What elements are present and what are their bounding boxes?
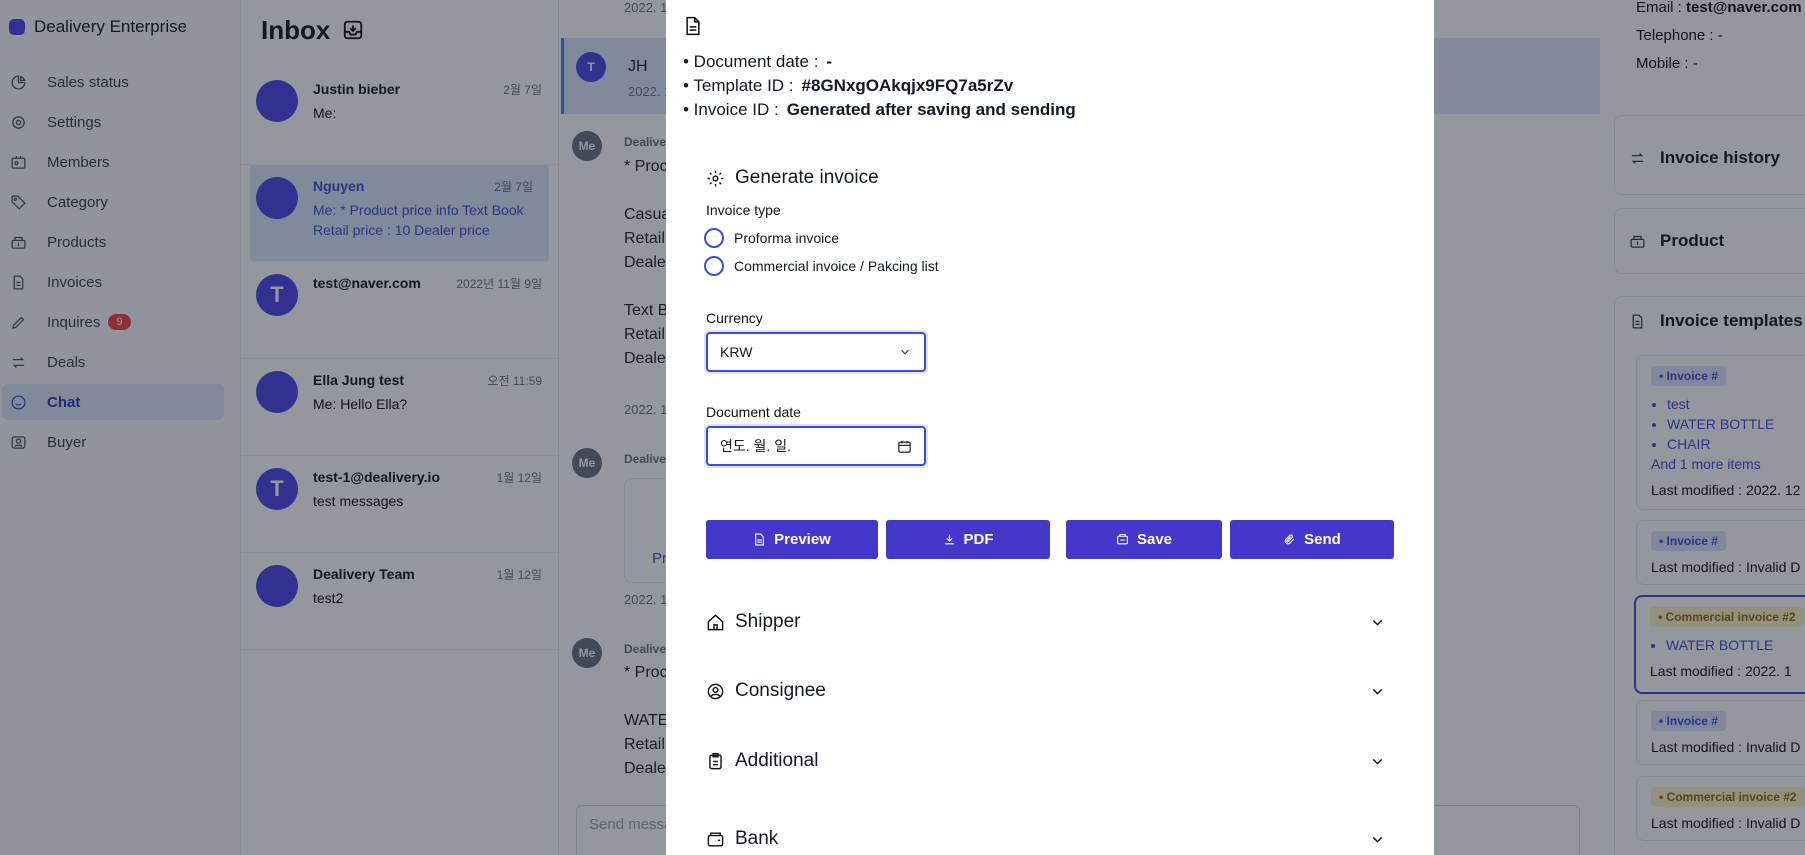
meta-value: #8GNxgOAkqjx9FQ7a5rZv [801,76,1014,95]
pdf-button-label: PDF [963,531,994,548]
meta-label: • Invoice ID : [683,100,779,119]
chevron-down-icon[interactable] [1369,683,1386,700]
radio-circle[interactable] [704,228,724,248]
section-shipper[interactable]: Shipper [706,611,1386,633]
meta-label: • Document date : [683,52,819,71]
save-button[interactable]: Save [1066,520,1222,559]
meta-value: Generated after saving and sending [786,100,1076,119]
currency-value: KRW [720,344,753,360]
send-button-label: Send [1304,531,1341,548]
radio-label: Proforma invoice [734,230,840,246]
app-root: Dealivery Enterprise Sales status Settin… [0,0,1805,855]
save-icon [1117,534,1128,545]
document-icon [686,16,700,36]
document-icon [755,533,764,546]
chevron-down-icon[interactable] [1369,831,1386,848]
radio-commercial-invoice[interactable]: Commercial invoice / Pakcing list [704,256,939,276]
section-consignee[interactable]: Consignee [706,680,1386,702]
send-button[interactable]: Send [1230,520,1394,559]
document-date-input[interactable]: 연도. 월. 일. [706,426,926,466]
meta-label: • Template ID : [683,76,794,95]
section-bank[interactable]: Bank [706,828,1386,850]
download-icon [944,534,954,545]
save-button-label: Save [1136,531,1173,548]
section-title: Bank [735,828,779,849]
meta-invoice-id: • Invoice ID : Generated after saving an… [683,98,1076,122]
document-date-label: Document date [706,404,801,420]
section-title: Consignee [735,680,826,701]
meta-value: - [826,52,833,71]
preview-button[interactable]: Preview [706,520,878,559]
generate-invoice-modal: • Document date : - • Template ID : #8GN… [666,0,1434,855]
radio-proforma-invoice[interactable]: Proforma invoice [704,228,839,248]
gear-icon [707,170,724,186]
home-icon [707,613,724,630]
currency-label: Currency [706,310,763,326]
invoice-meta: • Document date : - • Template ID : #8GN… [683,50,1076,122]
chevron-down-icon [901,349,909,355]
meta-document-date: • Document date : - [683,50,1076,74]
chevron-down-icon[interactable] [1369,753,1386,770]
generate-invoice-title: Generate invoice [706,167,879,189]
calendar-icon[interactable] [897,439,912,454]
date-placeholder: 연도. 월. 일. [720,438,791,454]
radio-label: Commercial invoice / Pakcing list [734,258,939,274]
user-circle-icon [707,683,724,699]
preview-button-label: Preview [774,531,831,548]
pdf-button[interactable]: PDF [886,520,1050,559]
currency-select[interactable]: KRW [706,332,926,372]
chevron-down-icon[interactable] [1369,614,1386,631]
radio-circle[interactable] [704,256,724,276]
section-title: Shipper [735,611,801,632]
section-title: Additional [735,750,819,771]
generate-invoice-label: Generate invoice [735,167,879,188]
paperclip-icon [1284,534,1295,545]
section-additional[interactable]: Additional [706,750,1386,772]
meta-template-id: • Template ID : #8GNxgOAkqjx9FQ7a5rZv [683,74,1076,98]
wallet-icon [707,831,724,847]
invoice-type-label: Invoice type [706,202,781,218]
clipboard-icon [709,752,722,769]
